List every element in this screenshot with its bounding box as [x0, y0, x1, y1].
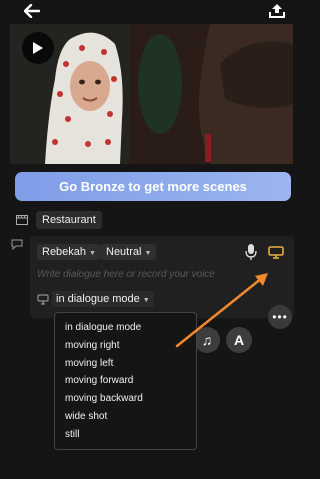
menu-item-moving-forward[interactable]: moving forward	[65, 375, 133, 386]
music-button[interactable]: ♫	[194, 327, 220, 353]
menu-item-wide-shot[interactable]: wide shot	[65, 411, 107, 422]
text-button[interactable]: A	[226, 327, 252, 353]
clapperboard-icon	[16, 215, 28, 225]
chat-bubble-icon	[11, 239, 23, 250]
menu-item-moving-backward[interactable]: moving backward	[65, 393, 143, 404]
more-button[interactable]: •••	[268, 305, 292, 329]
menu-item-moving-left[interactable]: moving left	[65, 358, 113, 369]
play-button[interactable]	[22, 32, 54, 64]
dialogue-panel: Rebekah ▼ Neutral ▼ Write dialogue here or…	[30, 236, 294, 318]
top-bar	[0, 0, 294, 22]
camera-mode-icon	[37, 294, 49, 305]
location-chip[interactable]: Restaurant	[36, 211, 102, 229]
text-icon: A	[233, 332, 245, 348]
character-label: Rebekah	[42, 246, 87, 258]
menu-item-still[interactable]: still	[65, 429, 79, 440]
chevron-down-icon: ▼	[89, 250, 96, 257]
back-arrow-icon[interactable]	[22, 2, 42, 20]
camera-mode-select[interactable]: in dialogue mode ▼	[52, 291, 154, 307]
character-select[interactable]: Rebekah ▼	[37, 244, 101, 260]
more-icon: •••	[272, 310, 288, 324]
scene-row: Restaurant	[10, 210, 294, 232]
emotion-select[interactable]: Neutral ▼	[101, 244, 157, 260]
upgrade-button[interactable]: Go Bronze to get more scenes	[15, 172, 291, 201]
camera-shot-icon[interactable]	[268, 245, 284, 259]
camera-mode-menu: in dialogue mode moving right moving lef…	[54, 312, 197, 450]
camera-mode-label: in dialogue mode	[56, 293, 140, 305]
emotion-label: Neutral	[106, 246, 142, 258]
menu-item-moving-right[interactable]: moving right	[65, 340, 119, 351]
dialogue-input[interactable]: Write dialogue here or record your voice	[37, 269, 215, 280]
microphone-icon[interactable]	[244, 243, 258, 261]
export-icon[interactable]	[266, 1, 288, 21]
play-icon	[33, 42, 43, 54]
chevron-down-icon: ▼	[142, 297, 150, 304]
chevron-down-icon: ▼	[144, 250, 152, 257]
menu-item-dialogue-mode[interactable]: in dialogue mode	[65, 322, 141, 333]
scene-preview[interactable]	[10, 24, 293, 164]
music-note-icon: ♫	[201, 332, 213, 348]
